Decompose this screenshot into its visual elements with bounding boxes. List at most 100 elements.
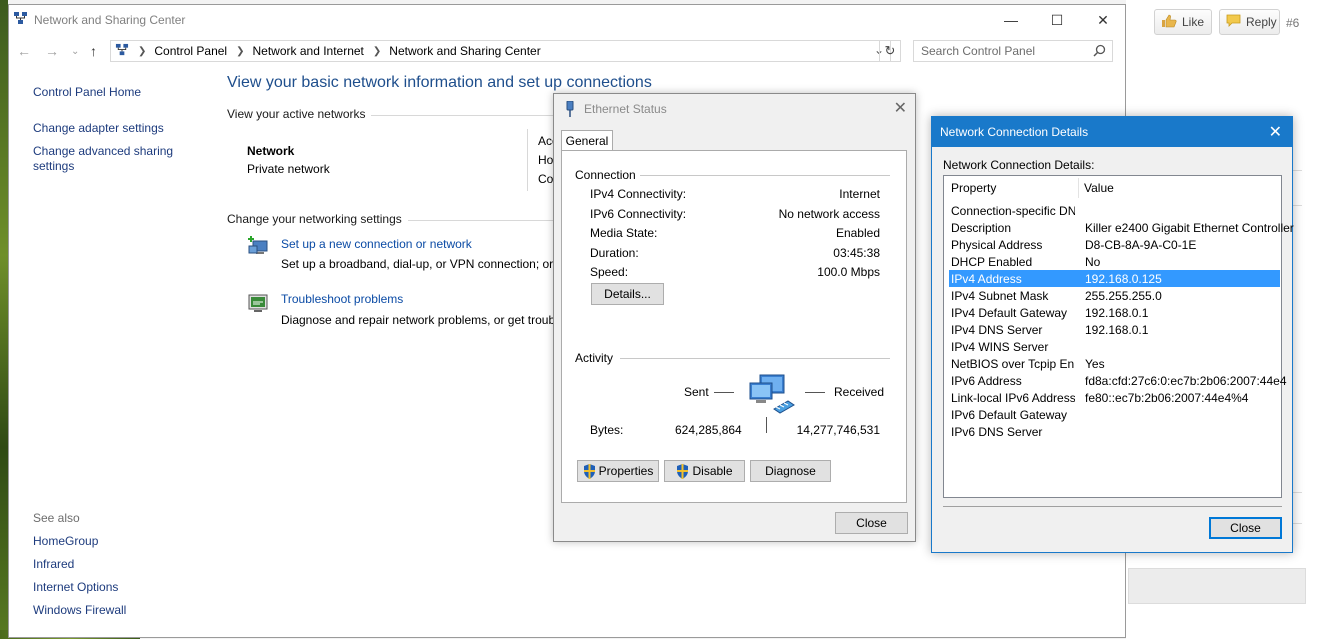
value-cell: Killer e2400 Gigabit Ethernet Controller bbox=[1085, 221, 1294, 235]
setup-connection-description: Set up a broadband, dial-up, or VPN conn… bbox=[281, 257, 554, 271]
control-panel-home-link[interactable]: Control Panel Home bbox=[33, 85, 141, 99]
change-advanced-sharing-link[interactable]: Change advanced sharing bbox=[33, 144, 173, 158]
close-button[interactable]: Close bbox=[835, 512, 908, 534]
close-button[interactable]: ✕ bbox=[1080, 5, 1126, 35]
address-bar[interactable]: ❯ Control Panel ❯ Network and Internet ❯… bbox=[110, 40, 891, 62]
column-header-property[interactable]: Property bbox=[951, 181, 996, 195]
list-item[interactable]: IPv4 Default Gateway 192.168.0.1 bbox=[949, 304, 1280, 321]
tab-general[interactable]: General bbox=[561, 130, 613, 151]
property-cell: IPv4 Default Gateway bbox=[951, 306, 1068, 320]
list-item[interactable]: Physical Address D8-CB-8A-9A-C0-1E bbox=[949, 236, 1280, 253]
breadcrumb-network-sharing-center[interactable]: Network and Sharing Center bbox=[389, 44, 540, 58]
list-item[interactable]: IPv4 Subnet Mask 255.255.255.0 bbox=[949, 287, 1280, 304]
list-item[interactable]: NetBIOS over Tcpip En... Yes bbox=[949, 355, 1280, 372]
list-item[interactable]: IPv6 Default Gateway bbox=[949, 406, 1280, 423]
title-bar: Network and Sharing Center — ☐ ✕ bbox=[9, 5, 1125, 35]
diagnose-button[interactable]: Diagnose bbox=[750, 460, 831, 482]
close-icon[interactable]: ✕ bbox=[1269, 122, 1282, 142]
list-item[interactable]: Link-local IPv6 Address fe80::ec7b:2b06:2… bbox=[949, 389, 1280, 406]
change-adapter-settings-link[interactable]: Change adapter settings bbox=[33, 121, 164, 135]
like-button[interactable]: Like bbox=[1154, 9, 1212, 35]
network-type[interactable]: Private network bbox=[247, 162, 330, 176]
connection-group-label: Connection bbox=[575, 168, 636, 182]
value-cell: Yes bbox=[1085, 357, 1105, 371]
disable-label: Disable bbox=[692, 464, 733, 478]
forward-arrow-icon[interactable]: → bbox=[45, 43, 59, 59]
general-tab-panel: Connection IPv4 Connectivity: Internet I… bbox=[561, 150, 907, 503]
divider bbox=[408, 220, 555, 221]
control-panel-icon bbox=[115, 43, 129, 60]
recent-dropdown-icon[interactable]: ⌄ bbox=[71, 46, 79, 57]
ipv6-connectivity-label: IPv6 Connectivity: bbox=[590, 207, 687, 221]
close-button[interactable]: Close bbox=[1209, 517, 1282, 539]
network-name: Network bbox=[247, 144, 295, 158]
breadcrumb-separator[interactable]: ❯ bbox=[236, 46, 244, 57]
breadcrumb-control-panel[interactable]: Control Panel bbox=[154, 44, 227, 58]
list-item[interactable]: IPv6 Address fd8a:cfd:27c6:0:ec7b:2b06:20… bbox=[949, 372, 1287, 389]
value-cell: D8-CB-8A-9A-C0-1E bbox=[1085, 238, 1197, 252]
list-item[interactable]: DHCP Enabled No bbox=[949, 253, 1280, 270]
bytes-sent-value: 624,285,864 bbox=[675, 423, 742, 437]
value-cell: 192.168.0.1 bbox=[1085, 306, 1149, 320]
search-input[interactable]: Search Control Panel bbox=[913, 40, 1113, 62]
list-item[interactable]: Description Killer e2400 Gigabit Ethernet… bbox=[949, 219, 1294, 236]
forum-reply-box[interactable] bbox=[1128, 568, 1306, 604]
bytes-received-value: 14,277,746,531 bbox=[796, 423, 880, 437]
details-button[interactable]: Details... bbox=[591, 283, 664, 305]
group-divider bbox=[640, 175, 890, 176]
uac-shield-icon bbox=[583, 463, 596, 479]
reply-button[interactable]: Reply bbox=[1219, 9, 1280, 35]
new-connection-icon bbox=[247, 236, 271, 263]
list-item[interactable]: IPv4 DNS Server 192.168.0.1 bbox=[949, 321, 1280, 338]
property-cell: IPv4 Subnet Mask bbox=[951, 289, 1049, 303]
list-item[interactable]: IPv6 DNS Server bbox=[949, 423, 1280, 440]
thumbs-up-icon bbox=[1161, 14, 1177, 31]
breadcrumb-separator[interactable]: ❯ bbox=[373, 46, 381, 57]
duration-label: Duration: bbox=[590, 246, 639, 260]
homegroup-link[interactable]: HomeGroup bbox=[33, 534, 98, 548]
value-cell: 192.168.0.125 bbox=[1085, 272, 1162, 286]
vertical-divider bbox=[527, 129, 528, 191]
dialog-title: Network Connection Details bbox=[940, 125, 1089, 139]
disable-button[interactable]: Disable bbox=[664, 460, 745, 482]
homegroup-label: Ho bbox=[538, 153, 554, 167]
properties-button[interactable]: Properties bbox=[577, 460, 659, 482]
refresh-icon: ↻ bbox=[884, 43, 896, 58]
internet-options-link[interactable]: Internet Options bbox=[33, 580, 118, 594]
list-item[interactable]: IPv4 WINS Server bbox=[949, 338, 1280, 355]
speed-value: 100.0 Mbps bbox=[817, 265, 880, 279]
column-header-value[interactable]: Value bbox=[1084, 181, 1114, 195]
list-item[interactable]: IPv4 Address 192.168.0.125 bbox=[949, 270, 1280, 287]
column-divider[interactable] bbox=[1078, 178, 1079, 198]
troubleshoot-link[interactable]: Troubleshoot problems bbox=[281, 292, 403, 306]
network-icon bbox=[13, 11, 28, 29]
list-item[interactable]: Connection-specific DN... bbox=[949, 202, 1280, 219]
speed-label: Speed: bbox=[590, 265, 629, 279]
property-cell: DHCP Enabled bbox=[951, 255, 1033, 269]
minimize-button[interactable]: — bbox=[988, 5, 1034, 35]
page-title: View your basic network information and … bbox=[227, 74, 652, 91]
back-arrow-icon[interactable]: ← bbox=[17, 43, 31, 59]
setup-connection-link[interactable]: Set up a new connection or network bbox=[281, 237, 472, 251]
received-line bbox=[805, 392, 825, 393]
close-icon[interactable]: ✕ bbox=[894, 98, 907, 118]
change-advanced-sharing-link-line2[interactable]: settings bbox=[33, 159, 74, 173]
value-cell: 255.255.255.0 bbox=[1085, 289, 1162, 303]
network-connection-details-dialog: Network Connection Details ✕ Network Con… bbox=[931, 116, 1294, 553]
divider bbox=[943, 506, 1282, 507]
troubleshoot-description: Diagnose and repair network problems, or… bbox=[281, 313, 556, 327]
maximize-button[interactable]: ☐ bbox=[1034, 5, 1080, 35]
bytes-divider bbox=[766, 417, 767, 433]
network-computers-icon bbox=[746, 373, 798, 418]
post-number: #6 bbox=[1286, 16, 1300, 30]
refresh-button[interactable]: ↻ bbox=[879, 40, 901, 62]
details-list[interactable]: Property Value Connection-specific DN...… bbox=[943, 175, 1294, 498]
divider bbox=[371, 115, 555, 116]
property-cell: Link-local IPv6 Address bbox=[951, 391, 1075, 405]
windows-firewall-link[interactable]: Windows Firewall bbox=[33, 603, 126, 617]
infrared-link[interactable]: Infrared bbox=[33, 557, 74, 571]
dialog-title: Ethernet Status bbox=[584, 102, 667, 116]
up-arrow-icon[interactable]: ↑ bbox=[90, 43, 97, 59]
active-networks-label: View your active networks bbox=[227, 107, 366, 121]
breadcrumb-network-internet[interactable]: Network and Internet bbox=[253, 44, 364, 58]
